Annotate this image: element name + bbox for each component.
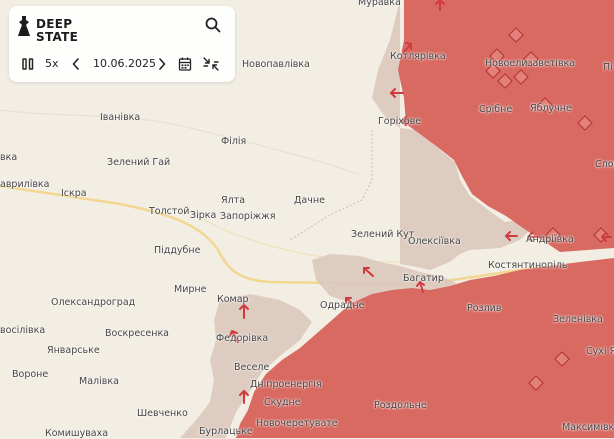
place-label: Дніпроенергія bbox=[250, 379, 322, 390]
place-label: Пі bbox=[603, 62, 613, 73]
place-label: Воскресенка bbox=[105, 328, 170, 339]
search-icon[interactable] bbox=[204, 16, 222, 34]
chevron-left-icon[interactable] bbox=[71, 56, 81, 72]
place-label: Піддубне bbox=[154, 245, 201, 256]
place-label: Філія bbox=[221, 136, 247, 147]
place-label: Максимівка bbox=[562, 422, 614, 433]
place-label: Зеленівка bbox=[553, 314, 603, 325]
place-label: Дачне bbox=[294, 195, 325, 206]
pause-icon[interactable] bbox=[21, 56, 35, 72]
place-label: Январське bbox=[47, 345, 100, 356]
place-label: Мирне bbox=[174, 284, 207, 295]
place-label: Слов bbox=[595, 159, 614, 170]
place-label: Скудне bbox=[264, 397, 301, 408]
place-label: Одрадне bbox=[320, 300, 365, 311]
place-label: Зірка bbox=[190, 210, 217, 221]
place-label: Запоріжжя bbox=[220, 211, 276, 222]
logo-text-deep: DEEP bbox=[36, 17, 73, 31]
place-label: вка bbox=[0, 152, 18, 163]
place-label: Комишуваха bbox=[45, 428, 109, 439]
place-label: Іскра bbox=[61, 188, 87, 199]
chevron-right-icon[interactable] bbox=[157, 56, 167, 72]
place-label: Малівка bbox=[79, 376, 119, 387]
place-label: Новочеретувате bbox=[256, 418, 338, 429]
place-label: Олексіївка bbox=[408, 236, 461, 247]
deepstate-logo[interactable]: DEEP STATE bbox=[17, 12, 97, 44]
control-panel: DEEP STATE 5x 10.06.2025 bbox=[9, 6, 235, 82]
place-label: Роздольне bbox=[374, 400, 427, 411]
place-label: Розлив bbox=[467, 303, 502, 314]
place-label: Олександроград bbox=[51, 297, 136, 308]
place-label: Зелений Гай bbox=[107, 157, 171, 168]
place-label: Вороне bbox=[12, 369, 49, 380]
compare-icon[interactable] bbox=[203, 56, 219, 72]
place-label: Ялта bbox=[221, 195, 246, 206]
place-label: Муравка bbox=[358, 0, 401, 8]
place-label: Толстой bbox=[149, 206, 190, 217]
deepstate-logo-icon bbox=[18, 16, 30, 36]
place-label: Срібне bbox=[479, 104, 513, 115]
place-label: Іванівка bbox=[100, 112, 141, 123]
place-label: Новопавлівка bbox=[242, 59, 310, 70]
place-label: Новоелизаветівка bbox=[485, 58, 576, 69]
place-label: Шевченко bbox=[137, 408, 188, 419]
place-label: Федорівка bbox=[216, 333, 269, 344]
playback-speed[interactable]: 5x bbox=[45, 56, 63, 72]
date-display[interactable]: 10.06.2025 bbox=[93, 56, 156, 72]
calendar-icon[interactable] bbox=[178, 56, 192, 72]
place-label: Горіхове bbox=[378, 116, 422, 127]
place-label: Андріївка bbox=[526, 234, 574, 245]
place-label: аврилівка bbox=[0, 179, 50, 190]
logo-text-state: STATE bbox=[36, 30, 79, 44]
place-label: восілівка bbox=[0, 325, 46, 336]
place-label: Комар bbox=[217, 294, 249, 305]
place-label: Веселе bbox=[234, 362, 270, 373]
place-label: Костянтинопіль bbox=[488, 260, 568, 271]
place-label: Котлярівка bbox=[390, 51, 446, 62]
place-label: Бурлацьке bbox=[199, 426, 253, 437]
place-label: Зелений Кут bbox=[351, 229, 415, 240]
place-label: Сухі Яли bbox=[586, 346, 614, 357]
place-label: Багатир bbox=[403, 273, 444, 284]
place-label: Яблучне bbox=[530, 103, 572, 114]
